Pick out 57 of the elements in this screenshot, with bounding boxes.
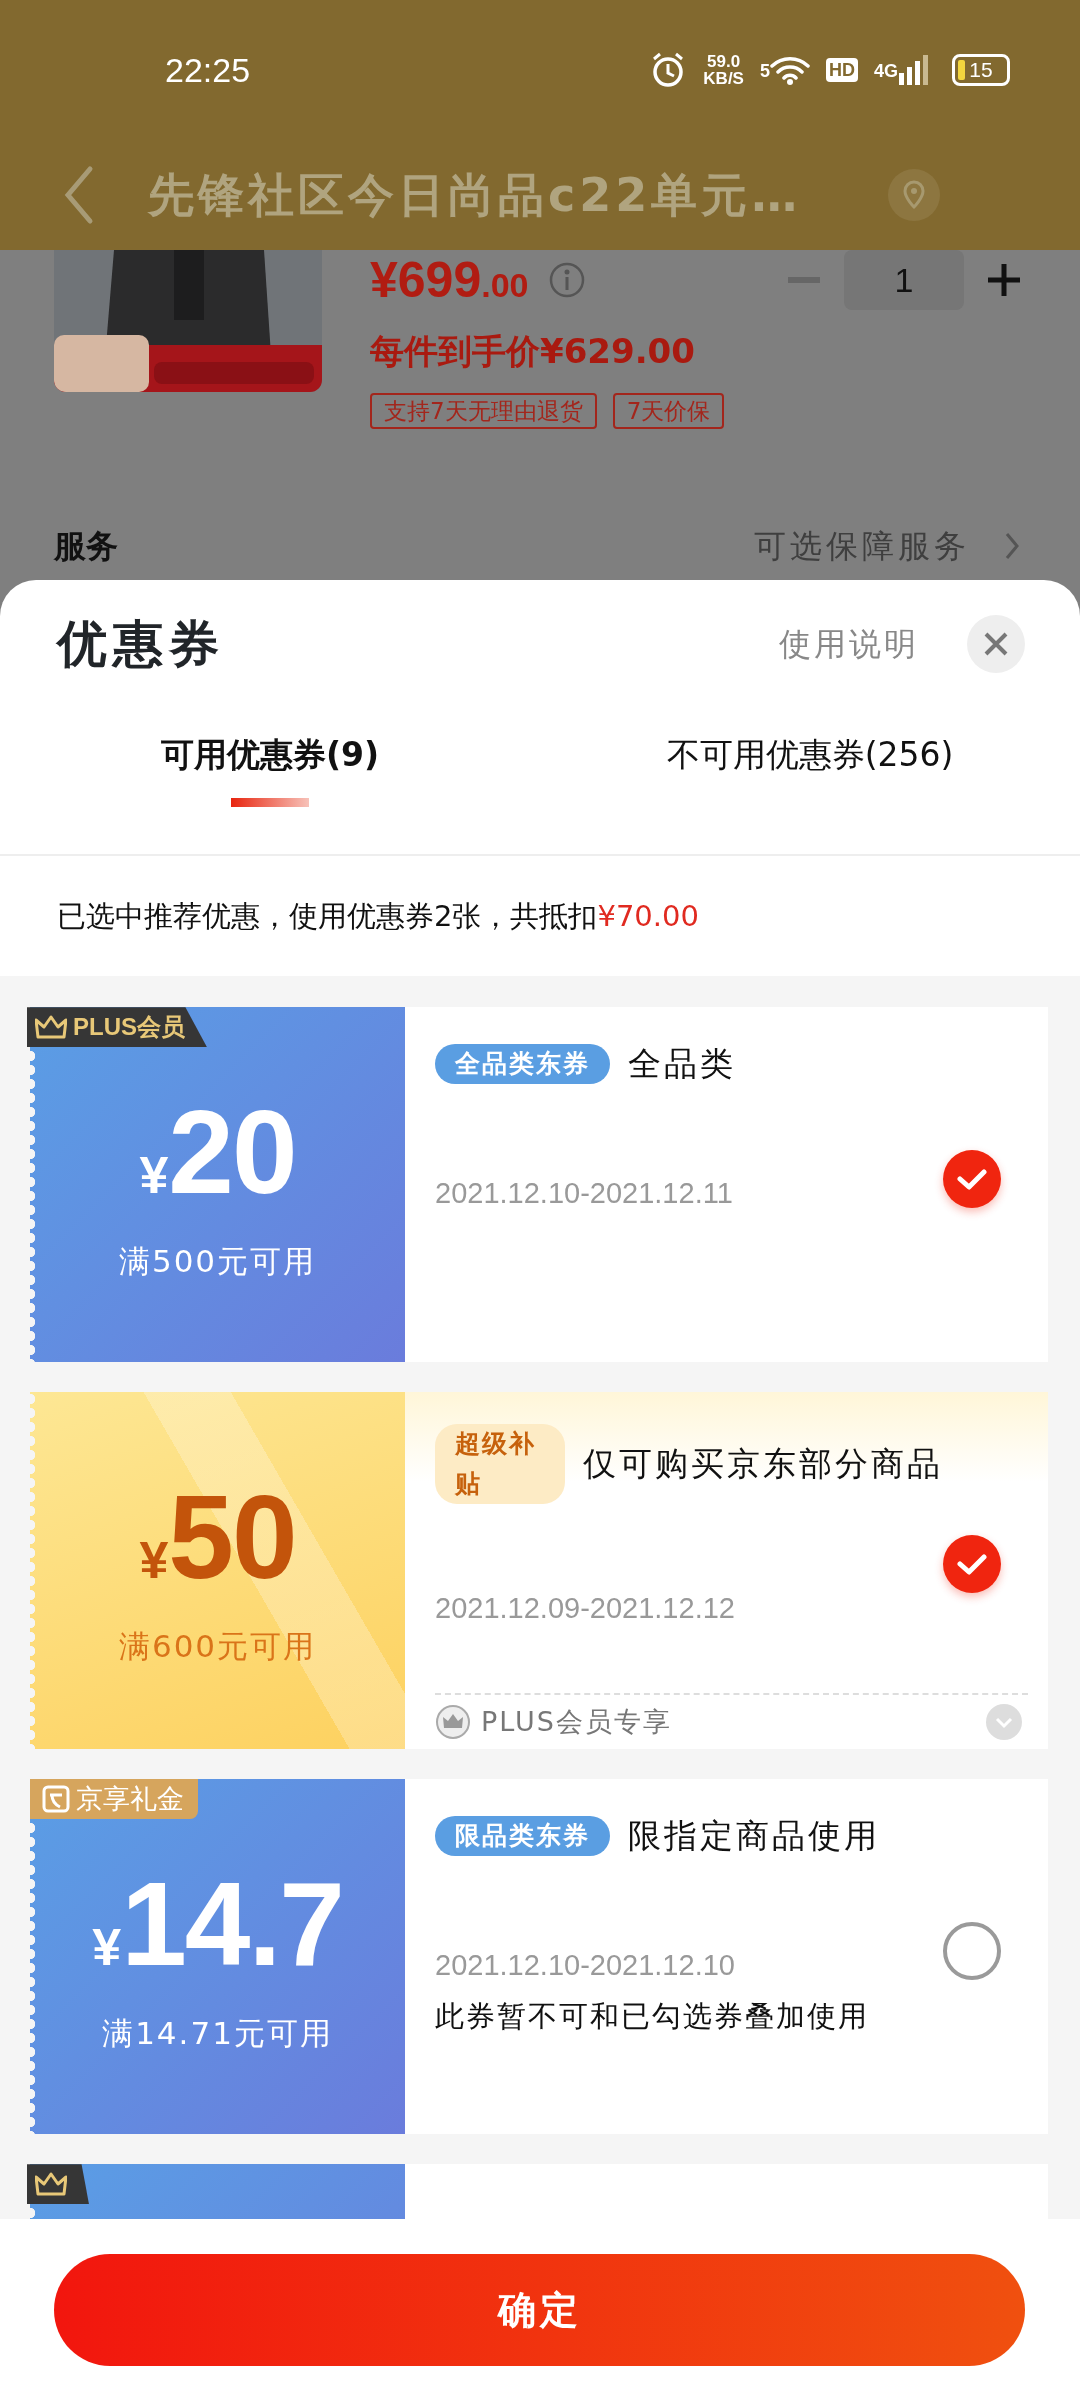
coupon-title: 仅可购买京东部分商品	[583, 1443, 943, 1486]
service-tag: 支持7天无理由退货	[370, 393, 597, 429]
validity-dates: 2021.12.10-2021.12.11	[435, 1175, 734, 1211]
clock-time: 22:25	[165, 49, 251, 91]
checked-radio[interactable]	[943, 1150, 1001, 1209]
coupon-amount: ¥50	[139, 1472, 296, 1603]
quantity-field[interactable]: 1	[844, 250, 964, 310]
service-tag: 7天价保	[612, 393, 725, 429]
coupon-type-tag: 全品类东券	[435, 1044, 610, 1084]
network-speed: 59.0 KB/S	[703, 53, 744, 87]
crown-icon	[35, 1015, 67, 1040]
coupon-title: 限指定商品使用	[628, 1815, 880, 1858]
coupon-tab[interactable]: 不可用优惠券(256)	[540, 708, 1080, 857]
sheet-title: 优惠券	[57, 613, 225, 675]
page-title: 先锋社区今日尚品c22单元…	[148, 166, 802, 224]
member-exclusive-label: PLUS会员专享	[481, 1705, 672, 1739]
checked-radio[interactable]	[943, 1535, 1001, 1594]
discount-summary: 已选中推荐优惠，使用优惠券2张，共抵扣¥70.00	[56, 898, 700, 936]
service-label: 服务	[54, 526, 118, 567]
coupon-condition: 满600元可用	[118, 1627, 317, 1667]
crown-icon	[435, 1704, 471, 1741]
gift-card-icon	[42, 1785, 70, 1814]
coupon-type-tag: 限品类东券	[435, 1816, 610, 1856]
battery-indicator: 15	[952, 54, 1010, 86]
validity-dates: 2021.12.10-2021.12.10	[435, 1947, 736, 1983]
network-type: 4G	[874, 60, 898, 83]
coupon-note: 此券暂不可和已勾选券叠加使用	[435, 1997, 870, 2035]
coupon-type-tag: 超级补贴	[435, 1424, 565, 1505]
location-icon[interactable]	[888, 169, 940, 221]
coupon-tab[interactable]: 可用优惠券(9)	[0, 708, 540, 857]
check-icon	[957, 1553, 987, 1576]
product-price: ¥699.00	[370, 255, 529, 305]
unchecked-radio[interactable]	[943, 1922, 1001, 1981]
wifi-label: 5	[759, 60, 770, 83]
minus-icon[interactable]	[788, 277, 820, 283]
chevron-right-icon[interactable]	[1004, 531, 1020, 561]
final-price: 每件到手价¥629.00	[370, 330, 696, 373]
info-icon[interactable]	[548, 262, 585, 298]
member-label: 京享礼金	[76, 1782, 184, 1816]
coupon-condition: 满14.71元可用	[102, 2014, 333, 2054]
service-value[interactable]: 可选保障服务	[754, 522, 970, 570]
coupon-amount: ¥20	[139, 1087, 296, 1218]
coupon-amount: ¥14.7	[92, 1859, 343, 1990]
check-icon	[957, 1168, 987, 1191]
coupon-title: 全品类	[628, 1043, 736, 1086]
hd-indicator: HD	[826, 58, 858, 82]
plus-icon[interactable]	[988, 264, 1020, 296]
member-label: PLUS会员	[73, 1012, 185, 1043]
close-icon	[983, 631, 1009, 658]
confirm-button[interactable]: 确定	[54, 2254, 1025, 2366]
wifi-icon	[770, 55, 810, 85]
crown-icon	[35, 2172, 67, 2197]
expand-icon[interactable]	[986, 1704, 1022, 1741]
validity-dates: 2021.12.09-2021.12.12	[435, 1591, 736, 1627]
coupon-condition: 满500元可用	[118, 1242, 317, 1282]
usage-link[interactable]: 使用说明	[779, 620, 919, 669]
signal-icon	[898, 55, 928, 85]
